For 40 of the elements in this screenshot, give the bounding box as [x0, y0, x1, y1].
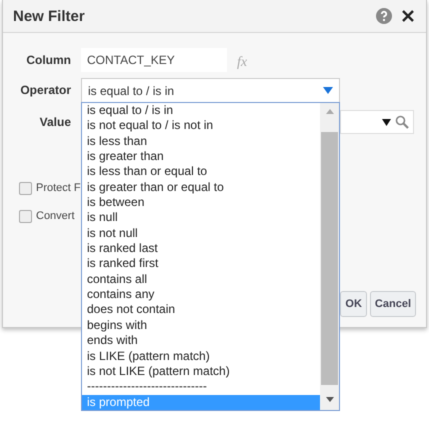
checkbox-label: Protect F [36, 182, 81, 194]
list-option[interactable]: is null [82, 210, 320, 226]
close-icon[interactable] [402, 10, 414, 22]
list-option[interactable]: is not LIKE (pattern match) [82, 364, 320, 380]
list-option[interactable]: is equal to / is in [82, 103, 320, 118]
list-option[interactable]: is ranked last [82, 241, 320, 256]
list-option[interactable]: is less than or equal to [82, 164, 320, 180]
list-option[interactable]: is greater than [82, 149, 320, 164]
list-option[interactable]: begins with [82, 318, 320, 334]
checkbox-label: Convert [36, 210, 75, 222]
operator-select[interactable]: is equal to / is in [81, 78, 340, 102]
scroll-up-icon[interactable] [326, 109, 334, 114]
help-icon[interactable] [376, 8, 392, 24]
value-field[interactable] [340, 110, 414, 134]
list-option[interactable]: is greater than or equal to [82, 180, 320, 196]
list-option[interactable]: contains all [82, 272, 320, 288]
column-value: CONTACT_KEY [81, 48, 227, 72]
list-option[interactable]: is LIKE (pattern match) [82, 348, 320, 364]
list-option[interactable]: is not equal to / is not in [82, 118, 320, 134]
dialog-title: New Filter [13, 8, 86, 24]
list-option[interactable]: is between [82, 195, 320, 210]
scroll-thumb[interactable] [321, 132, 338, 385]
column-label: Column [25, 53, 72, 67]
list-option[interactable]: ------------------------------ [82, 379, 320, 395]
ok-button[interactable]: OK [340, 291, 367, 317]
list-option[interactable]: is not null [82, 226, 320, 242]
cancel-button[interactable]: Cancel [370, 291, 416, 317]
scroll-down-icon[interactable] [326, 397, 334, 402]
checkbox[interactable] [19, 182, 32, 194]
list-option[interactable]: ends with [82, 333, 320, 348]
list-option[interactable]: is less than [82, 134, 320, 150]
list-option[interactable]: contains any [82, 287, 320, 302]
checkbox[interactable] [19, 210, 32, 222]
value-label: Value [38, 115, 72, 129]
caret-icon [323, 87, 333, 94]
operator-label: Operator [19, 83, 72, 97]
scrollbar[interactable] [320, 103, 339, 410]
list-option[interactable]: is ranked first [82, 256, 320, 272]
list-option[interactable]: does not contain [82, 302, 320, 318]
caret-icon[interactable] [382, 118, 391, 126]
